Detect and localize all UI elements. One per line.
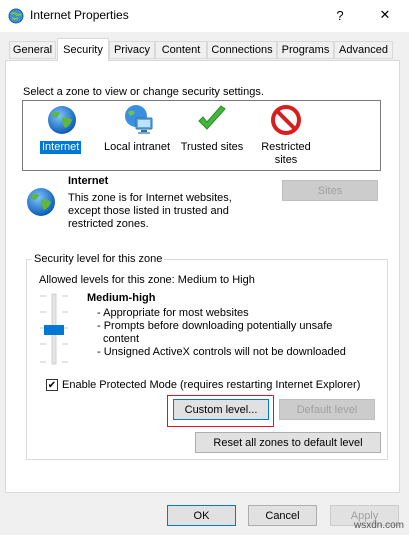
tab-label: Content [161,44,201,56]
zone-prompt: Select a zone to view or change security… [23,86,264,98]
tab-label: Programs [281,44,330,56]
zone-internet[interactable]: Internet [38,104,86,156]
tab-label: Advanced [339,44,388,56]
network-computer-icon [125,105,153,134]
zone-label-internet: Internet [40,141,82,154]
zone-label-restricted-sites: Restricted sites [256,141,316,167]
zone-trusted-sites[interactable]: Trusted sites [178,104,246,156]
level-bullet: - Unsigned ActiveX controls will not be … [97,346,346,358]
zone-local-intranet[interactable]: Local intranet [100,104,174,156]
reset-all-zones-button[interactable]: Reset all zones to default level [195,432,381,453]
help-icon: ? [336,7,344,23]
tab-label: General [12,44,53,56]
tab-label: Security [63,44,103,56]
tab-general[interactable]: General [9,41,56,59]
close-button[interactable]: ✕ [363,0,407,30]
watermark: wsxdn.com [354,520,405,531]
tab-content[interactable]: Content [155,41,207,59]
ok-button[interactable]: OK [167,505,236,526]
allowed-levels-text: Allowed levels for this zone: Medium to … [39,274,255,286]
tab-label: Connections [211,44,273,56]
level-bullet: - Prompts before downloading potentially… [97,320,333,332]
zone-info-title: Internet [68,175,109,187]
security-level-slider[interactable] [36,292,72,368]
window-title: Internet Properties [30,8,129,22]
zone-restricted-sites[interactable]: Restricted sites [256,104,316,166]
security-level-group-title: Security level for this zone [32,253,165,265]
globe-icon [27,188,55,216]
checkmark-icon [198,105,226,130]
protected-mode-checkbox[interactable]: ✔ [46,379,58,391]
zone-desc-line: except those listed in trusted and [68,205,229,217]
level-bullet: - Appropriate for most websites [97,307,249,319]
zone-label-local-intranet: Local intranet [103,141,171,153]
security-level-group [26,259,388,460]
security-level-name: Medium-high [87,292,156,304]
zone-info-description: This zone is for Internet websites, exce… [68,192,232,231]
internet-properties-icon [8,8,24,24]
zone-label-line: Restricted [261,141,311,153]
protected-mode-checkbox-row[interactable]: ✔ Enable Protected Mode (requires restar… [46,379,360,391]
tab-security[interactable]: Security [57,38,109,61]
tab-connections[interactable]: Connections [207,41,277,59]
default-level-button[interactable]: Default level [279,399,375,420]
security-level-description: - Appropriate for most websites - Prompt… [97,307,346,359]
globe-icon [48,106,76,134]
level-bullet: content [103,333,140,345]
tab-privacy[interactable]: Privacy [109,41,155,59]
zone-desc-line: This zone is for Internet websites, [68,192,232,204]
tab-advanced[interactable]: Advanced [334,41,393,59]
sites-button[interactable]: Sites [282,180,378,201]
prohibited-icon [271,105,301,135]
custom-level-button[interactable]: Custom level... [173,399,269,420]
tab-label: Privacy [113,44,151,56]
close-icon: ✕ [379,7,391,22]
slider-thumb[interactable] [44,325,64,335]
help-button[interactable]: ? [318,0,362,30]
tab-programs[interactable]: Programs [277,41,334,59]
zone-desc-line: restricted zones. [68,218,149,230]
protected-mode-label: Enable Protected Mode (requires restarti… [62,379,361,391]
cancel-button[interactable]: Cancel [248,505,317,526]
checkmark-icon: ✔ [47,379,57,391]
zone-label-line: sites [274,154,298,166]
zone-label-trusted-sites: Trusted sites [180,141,244,153]
